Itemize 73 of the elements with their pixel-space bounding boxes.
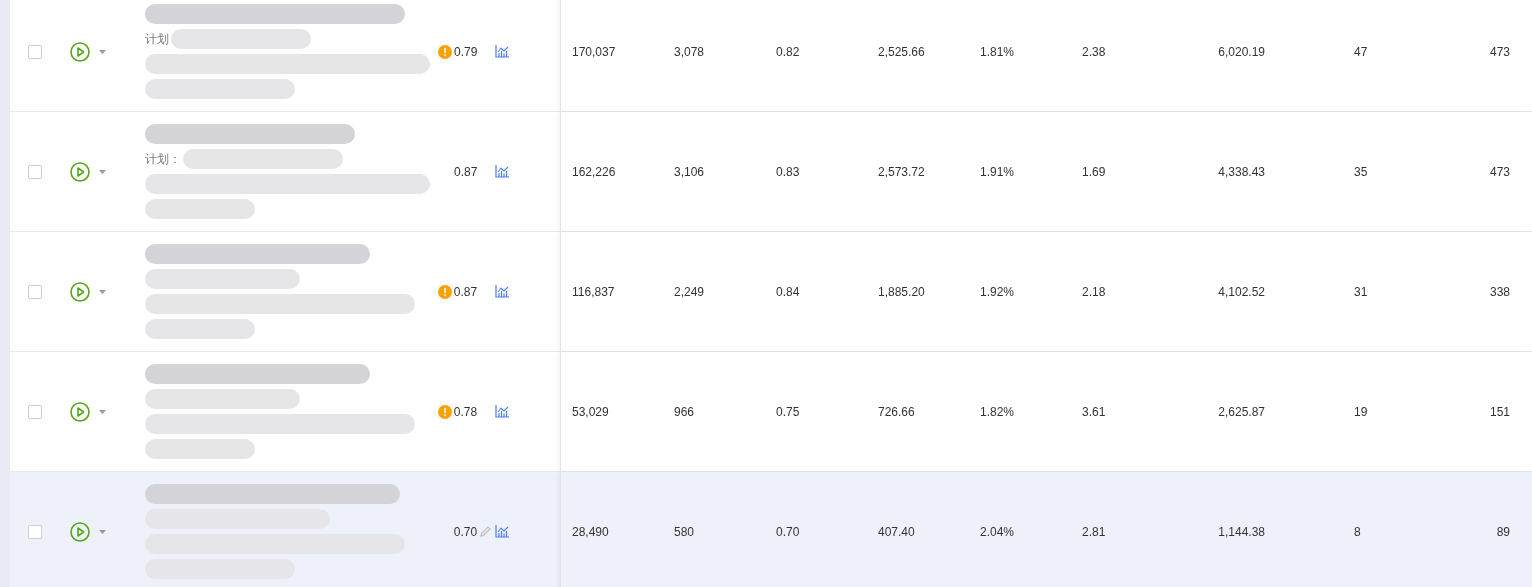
chart-icon[interactable] [495, 525, 510, 538]
table-cell-text: 3.61 [1081, 403, 1107, 421]
table-cell-text: 2,573.72 [877, 163, 926, 181]
row-checkbox[interactable] [27, 524, 42, 539]
caret-icon[interactable] [98, 169, 106, 174]
table-cell-text: 53,029 [571, 403, 610, 421]
row-checkbox[interactable] [27, 284, 42, 299]
quality-score: 0.79 [453, 43, 478, 61]
caret-icon[interactable] [98, 409, 106, 414]
chart-icon[interactable] [495, 405, 510, 418]
table-cell-text: 2.04% [979, 523, 1016, 541]
table-cell-text: 8 [1353, 523, 1362, 541]
chart-icon[interactable] [495, 285, 510, 298]
play-icon[interactable] [69, 41, 90, 62]
table-cell-text: 473 [1488, 43, 1511, 61]
table-cell-text: 407.40 [877, 523, 916, 541]
table-cell-text: 726.66 [877, 403, 916, 421]
row-checkbox[interactable] [27, 164, 42, 179]
caret-icon[interactable] [98, 49, 106, 54]
chart-icon[interactable] [495, 45, 510, 58]
table-cell-text: 1.91% [979, 163, 1016, 181]
table-cell-text: 2.18 [1081, 283, 1107, 301]
quality-score: 0.87 [453, 163, 478, 181]
row-checkbox[interactable] [27, 404, 42, 419]
table-cell-text: 0.83 [775, 163, 801, 181]
play-icon[interactable] [69, 401, 90, 422]
plan-label: 计划： [144, 151, 181, 168]
caret-icon[interactable] [98, 289, 106, 294]
table-cell-text: 1,144.38 [1217, 523, 1266, 541]
play-icon[interactable] [69, 161, 90, 182]
plan-label: 计划 [144, 31, 169, 48]
table-cell-text: 4,338.43 [1217, 163, 1266, 181]
table-cell-text: 28,490 [571, 523, 610, 541]
table-cell-text: 1.82% [979, 403, 1016, 421]
table-cell-text: 473 [1488, 163, 1511, 181]
table-cell-text: 338 [1489, 283, 1511, 301]
row-checkbox[interactable] [27, 44, 42, 59]
pencil-icon[interactable] [479, 525, 492, 538]
table-cell-text: 35 [1353, 163, 1369, 181]
table-cell-text: 0.84 [775, 283, 801, 301]
table-cell-text: 89 [1495, 523, 1511, 541]
quality-score: 0.78 [453, 403, 478, 421]
table-cell-text: 2,625.87 [1217, 403, 1266, 421]
table-cell-text: 580 [673, 523, 696, 541]
table-cell-text: 4,102.52 [1217, 283, 1266, 301]
table-cell-text: 2,525.66 [877, 43, 926, 61]
chart-icon[interactable] [495, 165, 510, 178]
table-cell-text: 6,020.19 [1217, 43, 1266, 61]
table-cell-text: 0.82 [775, 43, 801, 61]
table-cell-text: 2,249 [673, 283, 706, 301]
table-cell-text: 966 [673, 403, 696, 421]
play-icon[interactable] [69, 281, 90, 302]
table-cell-text: 0.70 [775, 523, 801, 541]
table-cell-text: 47 [1353, 43, 1369, 61]
table-cell-text: 3,078 [673, 43, 706, 61]
table-cell-text: 1.81% [979, 43, 1016, 61]
table-cell-text: 3,106 [673, 163, 706, 181]
table-cell-text: 1,885.20 [877, 283, 926, 301]
table-cell-text: 151 [1489, 403, 1511, 421]
table-cell-text: 19 [1353, 403, 1369, 421]
table-cell-text: 162,226 [571, 163, 617, 181]
caret-icon[interactable] [98, 529, 106, 534]
table-cell-text: 170,037 [571, 43, 617, 61]
table-cell-text: 1.69 [1081, 163, 1107, 181]
quality-score: 0.87 [453, 283, 478, 301]
play-icon[interactable] [69, 521, 90, 542]
table-cell-text: 31 [1353, 283, 1369, 301]
table-cell-text: 2.38 [1081, 43, 1107, 61]
table-cell-text: 116,837 [571, 283, 616, 301]
table-cell-text: 0.75 [775, 403, 801, 421]
table-cell-text: 2.81 [1081, 523, 1107, 541]
quality-score: 0.70 [453, 523, 478, 541]
table-cell-text: 1.92% [979, 283, 1016, 301]
